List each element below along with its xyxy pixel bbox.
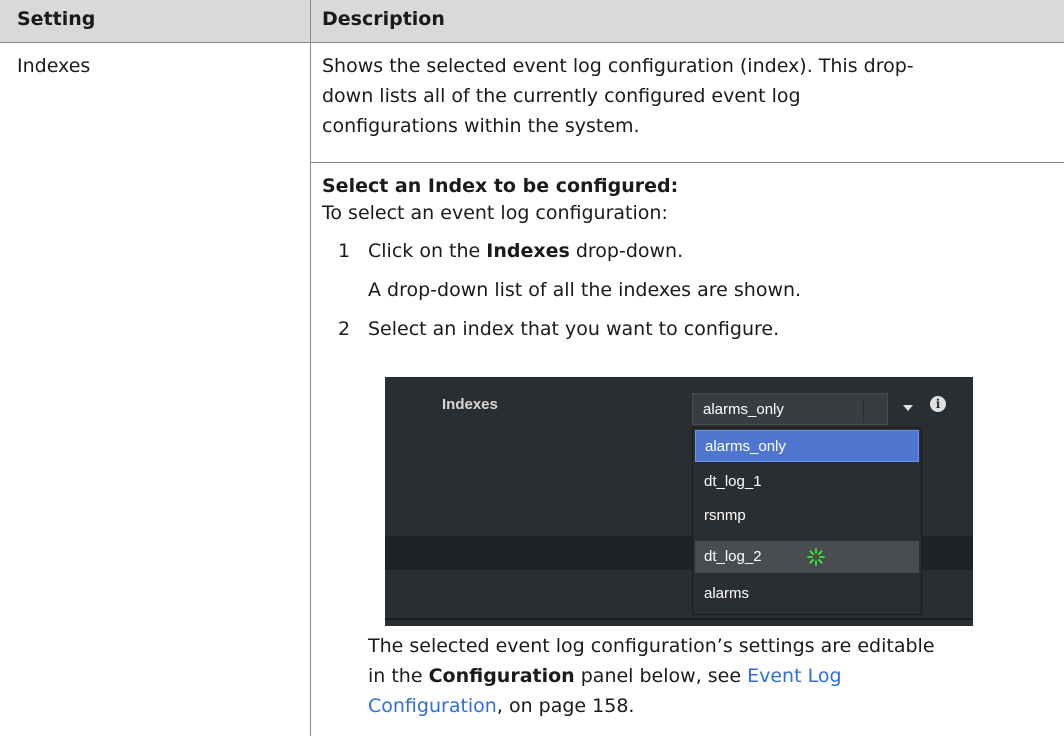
step-2-text: Select an index that you want to configu…	[368, 318, 780, 340]
closing-line-2: in the Configuration panel below, see Ev…	[368, 665, 842, 687]
closing-line-3: Configuration, on page 158.	[368, 695, 635, 717]
loading-spinner-icon	[807, 548, 825, 566]
column-divider	[310, 0, 311, 736]
dropdown-option-alarms-only[interactable]: alarms_only	[695, 430, 919, 462]
indexes-dropdown-list: alarms_only dt_log_1 rsnmp dt_log_2 alar…	[692, 427, 922, 615]
description-line-1: Shows the selected event log configurati…	[322, 55, 914, 77]
indexes-label: Indexes	[442, 396, 498, 413]
header-description: Description	[322, 8, 445, 30]
dropdown-option-rsnmp[interactable]: rsnmp	[695, 500, 919, 532]
step-1-result: A drop-down list of all the indexes are …	[368, 279, 802, 301]
screenshot-bottom-line	[385, 618, 973, 620]
step-1-text: Click on the Indexes drop-down.	[368, 240, 684, 262]
settings-table: Setting Description Indexes Shows the se…	[0, 0, 1064, 736]
table-header: Setting Description	[0, 0, 1064, 43]
select-divider	[863, 398, 864, 422]
indexes-select-value: alarms_only	[703, 401, 784, 418]
event-log-configuration-link[interactable]: Event Log	[747, 665, 841, 687]
setting-name: Indexes	[17, 55, 91, 77]
event-log-configuration-link-cont[interactable]: Configuration	[368, 695, 497, 717]
indexes-select[interactable]: alarms_only	[692, 393, 888, 425]
description-line-2: down lists all of the currently configur…	[322, 85, 801, 107]
description-line-3: configurations within the system.	[322, 115, 640, 137]
header-setting: Setting	[17, 8, 96, 30]
dropdown-option-alarms[interactable]: alarms	[695, 578, 919, 610]
closing-line-1: The selected event log configuration’s s…	[368, 635, 935, 657]
chevron-down-icon[interactable]	[903, 405, 913, 411]
row-divider	[311, 162, 1064, 163]
dropdown-option-dt-log-1[interactable]: dt_log_1	[695, 466, 919, 498]
step-2-number: 2	[338, 318, 351, 340]
subheading: Select an Index to be configured:	[322, 175, 679, 197]
intro-text: To select an event log configuration:	[322, 202, 668, 224]
dropdown-option-dt-log-2[interactable]: dt_log_2	[695, 541, 919, 573]
indexes-dropdown-screenshot: Indexes alarms_only i alarms_only dt_log…	[385, 377, 973, 626]
info-icon[interactable]: i	[930, 396, 946, 412]
step-1-number: 1	[338, 240, 351, 262]
